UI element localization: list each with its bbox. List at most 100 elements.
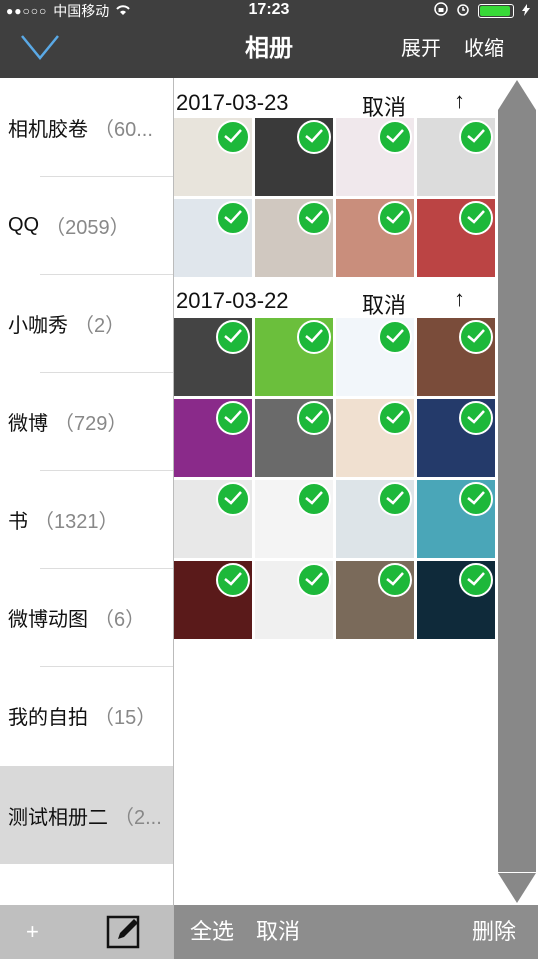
checkmark-icon[interactable] <box>216 120 250 154</box>
section-header: 2017-03-23 取消 ↑ <box>174 82 496 122</box>
photo-thumbnail[interactable] <box>417 399 495 477</box>
checkmark-icon[interactable] <box>297 401 331 435</box>
checkmark-icon[interactable] <box>378 120 412 154</box>
checkmark-icon[interactable] <box>297 201 331 235</box>
checkmark-icon[interactable] <box>378 482 412 516</box>
checkmark-icon[interactable] <box>459 401 493 435</box>
checkmark-icon[interactable] <box>378 563 412 597</box>
photo-thumbnail[interactable] <box>174 118 252 196</box>
checkmark-icon[interactable] <box>459 201 493 235</box>
page-title: 相册 <box>245 35 293 62</box>
album-item[interactable]: 书 （1321） <box>0 470 173 568</box>
photo-thumbnail[interactable] <box>255 399 333 477</box>
album-name: 测试相册二 <box>8 806 108 829</box>
checkmark-icon[interactable] <box>459 320 493 354</box>
photo-thumbnail[interactable] <box>336 399 414 477</box>
photo-thumbnail[interactable] <box>336 480 414 558</box>
add-album-button[interactable]: + <box>26 905 39 959</box>
up-arrow-icon[interactable]: ↑ <box>454 88 465 114</box>
album-count: （6） <box>94 608 146 631</box>
photo-thumbnail[interactable] <box>255 199 333 277</box>
album-item[interactable]: 微博动图 （6） <box>0 568 173 666</box>
album-name: 我的自拍 <box>8 706 88 729</box>
album-item[interactable]: 小咖秀 （2） <box>0 274 173 372</box>
status-bar: ●●○○○ 中国移动 17:23 <box>0 0 538 20</box>
photo-thumbnail[interactable] <box>417 199 495 277</box>
album-name: 相机胶卷 <box>8 118 88 141</box>
photo-thumbnail[interactable] <box>174 561 252 639</box>
checkmark-icon[interactable] <box>459 482 493 516</box>
album-count: （15） <box>94 706 157 729</box>
edit-icon[interactable] <box>106 913 142 954</box>
section-date: 2017-03-22 <box>176 288 289 313</box>
photo-thumbnail[interactable] <box>336 199 414 277</box>
photo-thumbnail[interactable] <box>255 480 333 558</box>
section-date: 2017-03-23 <box>176 90 289 115</box>
album-item-selected[interactable]: 测试相册二 （2... <box>0 766 173 864</box>
bottom-toolbar: + 全选 取消 删除 <box>0 905 538 959</box>
checkmark-icon[interactable] <box>297 120 331 154</box>
checkmark-icon[interactable] <box>216 320 250 354</box>
section-cancel-button[interactable]: 取消 <box>362 288 406 320</box>
cancel-button[interactable]: 取消 <box>256 905 300 959</box>
nav-bar: 相册 展开 收缩 <box>0 20 538 78</box>
scroll-up-icon[interactable] <box>496 78 538 110</box>
rotation-lock-icon <box>434 2 448 19</box>
album-count: （2） <box>74 314 126 337</box>
alarm-icon <box>456 2 470 19</box>
album-item[interactable]: QQ （2059） <box>0 176 173 274</box>
photo-thumbnail[interactable] <box>336 318 414 396</box>
checkmark-icon[interactable] <box>459 120 493 154</box>
checkmark-icon[interactable] <box>216 482 250 516</box>
checkmark-icon[interactable] <box>297 320 331 354</box>
checkmark-icon[interactable] <box>216 201 250 235</box>
album-count: （60... <box>94 118 153 141</box>
album-name: 微博动图 <box>8 608 88 631</box>
album-name: 微博 <box>8 412 48 435</box>
album-sidebar: 相机胶卷 （60... QQ （2059） 小咖秀 （2） 微博 （729） 书… <box>0 78 174 905</box>
checkmark-icon[interactable] <box>378 201 412 235</box>
photo-thumbnail[interactable] <box>417 118 495 196</box>
checkmark-icon[interactable] <box>216 401 250 435</box>
album-name: 书 <box>8 510 28 533</box>
grid-toolbar: 全选 取消 删除 <box>174 905 538 959</box>
battery-icon <box>478 3 514 18</box>
up-arrow-icon[interactable]: ↑ <box>454 286 465 312</box>
photo-thumbnail[interactable] <box>255 561 333 639</box>
expand-button[interactable]: 展开 <box>401 20 441 78</box>
scrollbar[interactable] <box>496 78 538 905</box>
album-count: （2059） <box>45 216 130 239</box>
select-all-button[interactable]: 全选 <box>190 905 234 959</box>
checkmark-icon[interactable] <box>297 482 331 516</box>
album-item[interactable]: 相机胶卷 （60... <box>0 78 173 176</box>
checkmark-icon[interactable] <box>459 563 493 597</box>
section-header: 2017-03-22 取消 ↑ <box>174 280 496 320</box>
album-name: QQ <box>8 213 40 236</box>
album-count: （2... <box>114 806 162 829</box>
checkmark-icon[interactable] <box>216 563 250 597</box>
album-item[interactable]: 我的自拍 （15） <box>0 666 173 764</box>
delete-button[interactable]: 删除 <box>472 905 516 959</box>
photo-thumbnail[interactable] <box>174 199 252 277</box>
photo-grid: 2017-03-23 取消 ↑ 2017-03-22 取消 ↑ <box>174 78 496 905</box>
photo-thumbnail[interactable] <box>255 318 333 396</box>
album-count: （729） <box>54 412 128 435</box>
album-item[interactable]: 微博 （729） <box>0 372 173 470</box>
photo-thumbnail[interactable] <box>174 480 252 558</box>
checkmark-icon[interactable] <box>378 320 412 354</box>
photo-thumbnail[interactable] <box>255 118 333 196</box>
checkmark-icon[interactable] <box>297 563 331 597</box>
scroll-thumb[interactable] <box>498 110 536 872</box>
album-count: （1321） <box>34 510 119 533</box>
photo-thumbnail[interactable] <box>417 561 495 639</box>
photo-thumbnail[interactable] <box>417 318 495 396</box>
photo-thumbnail[interactable] <box>417 480 495 558</box>
charging-icon <box>522 3 530 19</box>
collapse-button[interactable]: 收缩 <box>464 20 504 78</box>
photo-thumbnail[interactable] <box>174 318 252 396</box>
photo-thumbnail[interactable] <box>336 561 414 639</box>
photo-thumbnail[interactable] <box>174 399 252 477</box>
checkmark-icon[interactable] <box>378 401 412 435</box>
photo-thumbnail[interactable] <box>336 118 414 196</box>
scroll-down-icon[interactable] <box>496 873 538 905</box>
